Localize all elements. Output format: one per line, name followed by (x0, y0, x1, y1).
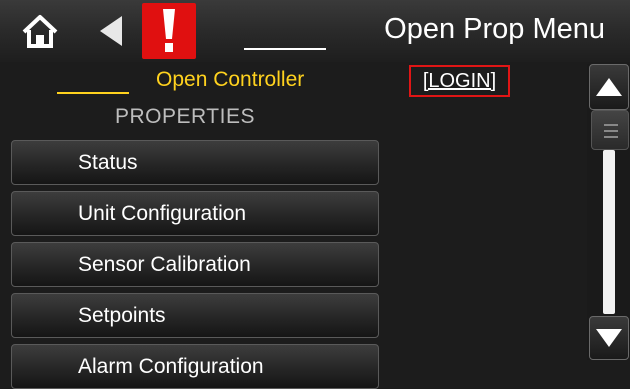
back-arrow-icon (100, 16, 122, 46)
scrollbar-thumb[interactable] (591, 110, 629, 150)
scroll-up-arrow-icon (596, 78, 622, 96)
scroll-up-button[interactable] (589, 64, 629, 110)
alarm-exclamation-icon (163, 9, 175, 52)
alarm-button[interactable] (142, 3, 196, 59)
menu-item-label: Unit Configuration (78, 201, 247, 225)
title-blank-underline (244, 48, 326, 50)
menu-item-unit-configuration[interactable]: Unit Configuration (11, 191, 379, 236)
menu-item-label: Alarm Configuration (78, 354, 264, 378)
scrollbar-bar[interactable] (603, 150, 615, 314)
scroll-down-arrow-icon (596, 329, 622, 347)
menu-item-label: Setpoints (78, 303, 166, 327)
home-icon (22, 15, 58, 48)
menu-item-label: Status (78, 150, 138, 174)
menu-item-sensor-calibration[interactable]: Sensor Calibration (11, 242, 379, 287)
home-button[interactable] (8, 3, 72, 59)
section-title: PROPERTIES (115, 105, 255, 128)
thumb-grip-line (604, 130, 618, 132)
scroll-down-button[interactable] (589, 316, 629, 360)
menu-item-label: Sensor Calibration (78, 252, 251, 276)
menu-item-status[interactable]: Status (11, 140, 379, 185)
menu-item-setpoints[interactable]: Setpoints (11, 293, 379, 338)
controller-blank-underline (57, 92, 129, 94)
menu-item-alarm-configuration[interactable]: Alarm Configuration (11, 344, 379, 389)
page-title: Open Prop Menu (384, 13, 605, 45)
top-bar: Open Prop Menu (0, 0, 630, 62)
login-button[interactable]: [LOGIN] (409, 65, 510, 97)
back-button[interactable] (80, 3, 142, 59)
thumb-grip-line (604, 136, 618, 138)
controller-name: Open Controller (156, 68, 305, 91)
thumb-grip-line (604, 124, 618, 126)
